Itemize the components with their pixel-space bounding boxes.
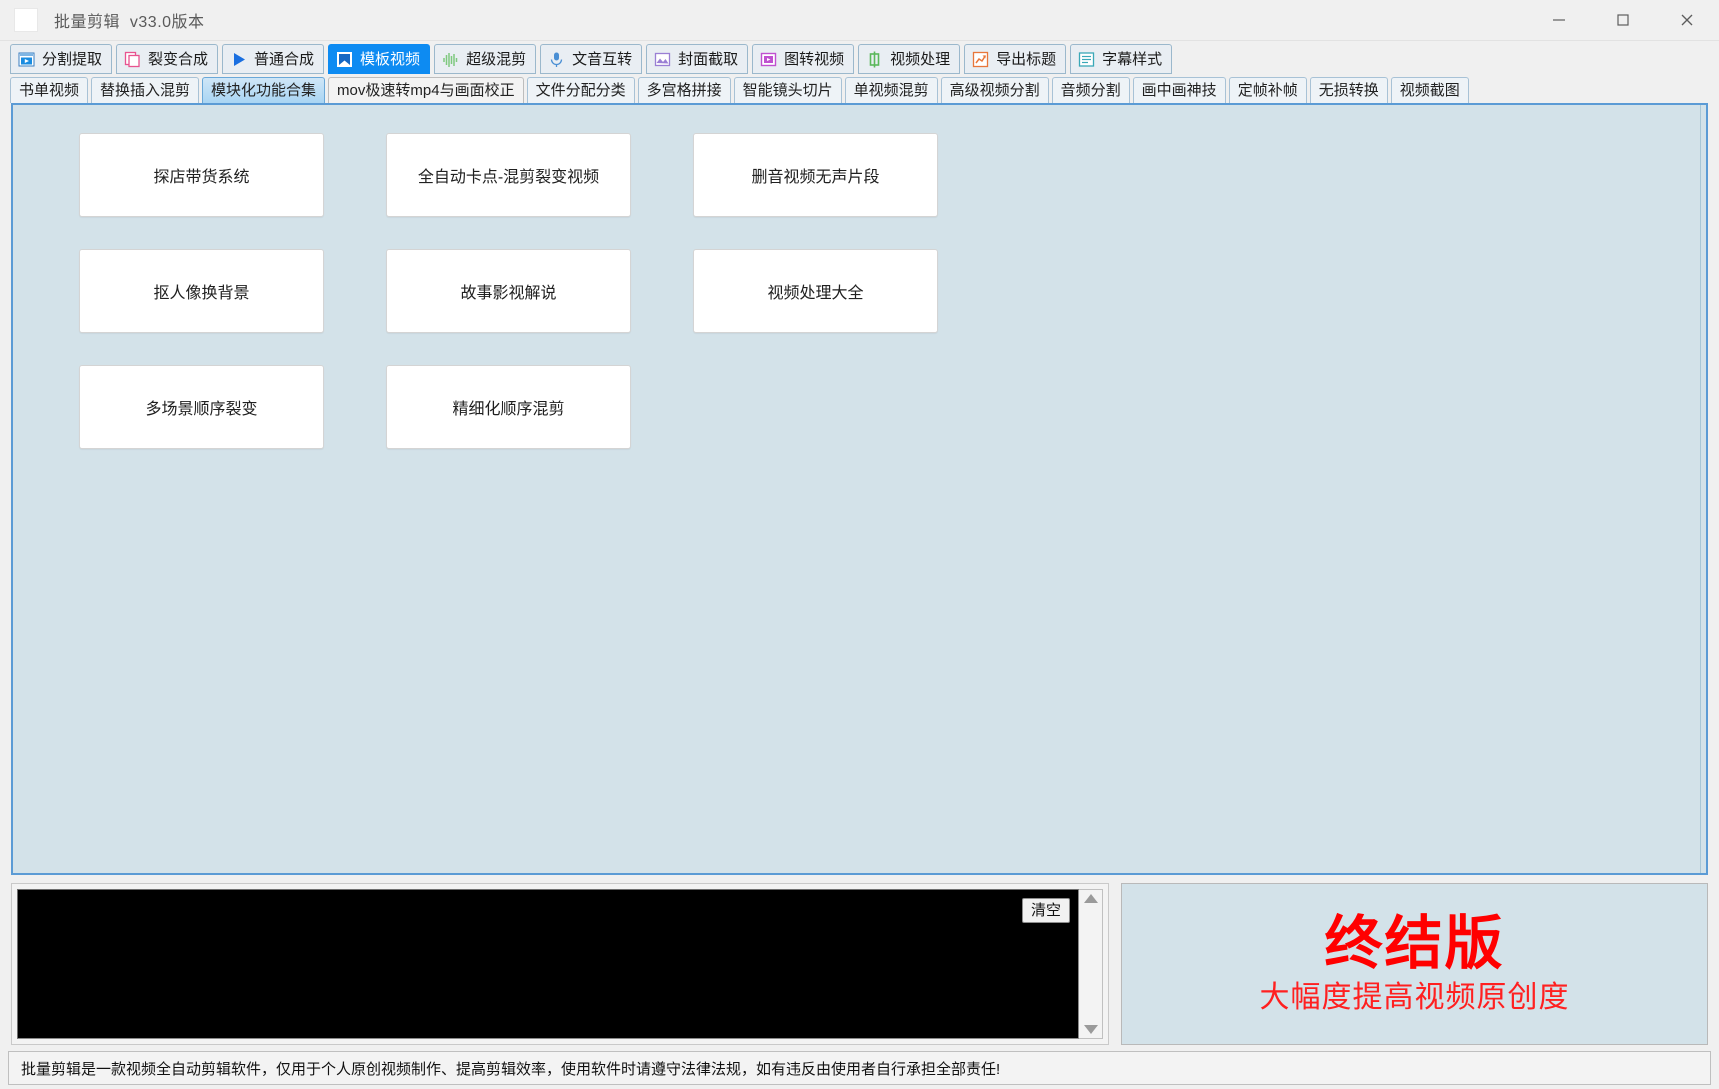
subtab-danshipin-hunjian[interactable]: 单视频混剪 (844, 77, 938, 103)
subtab-mov-zhuan-mp4[interactable]: mov极速转mp4与画面校正 (328, 77, 524, 103)
tab-moban-shipin[interactable]: 模板视频 (328, 44, 431, 74)
scrollbar-down-arrow-icon[interactable] (1083, 1025, 1098, 1034)
image-to-video-icon (759, 50, 778, 69)
subtitle-lines-icon (1077, 50, 1096, 69)
subtab-zhineng-jingtou-qiepian[interactable]: 智能镜头切片 (733, 77, 842, 103)
log-output[interactable]: 清空 (17, 889, 1079, 1039)
content-scrollbar[interactable] (1700, 105, 1706, 873)
template-bookmark-icon (335, 50, 354, 69)
chinese-zhong-icon (865, 50, 884, 69)
minimize-button[interactable] (1527, 0, 1591, 41)
tab-label: 超级混剪 (466, 50, 527, 68)
tab-label: 文音互转 (572, 50, 633, 68)
copy-pink-icon (123, 50, 142, 69)
subtab-shipin-jietu[interactable]: 视频截图 (1390, 77, 1469, 103)
maximize-button[interactable] (1591, 0, 1655, 41)
tab-zimu-yangshi[interactable]: 字幕样式 (1070, 44, 1173, 74)
tab-label: 导出标题 (996, 50, 1057, 68)
picture-icon (653, 50, 672, 69)
tab-chaoji-hunjian[interactable]: 超级混剪 (434, 44, 537, 74)
titlebar: 批量剪辑 v33.0版本 (0, 0, 1719, 41)
promo-subline: 大幅度提高视频原创度 (1259, 981, 1570, 1014)
subtab-huazhonghua-shenji[interactable]: 画中画神技 (1132, 77, 1226, 103)
subtab-yinpin-fenge[interactable]: 音频分割 (1051, 77, 1130, 103)
waveform-icon (441, 50, 460, 69)
function-button-kourenxiang-huanbeijing[interactable]: 抠人像换背景 (79, 249, 324, 333)
function-button-shanyin-wusheng[interactable]: 删音视频无声片段 (693, 133, 938, 217)
tab-liebian-hecheng[interactable]: 裂变合成 (116, 44, 219, 74)
app-window: 批量剪辑 v33.0版本 分割提取 裂变合成 普通合成 模板视频 超级混剪 文音… (0, 0, 1719, 1089)
function-button-duochangjing-shunxu-liebian[interactable]: 多场景顺序裂变 (79, 365, 324, 449)
content-panel: 探店带货系统 全自动卡点-混剪裂变视频 删音视频无声片段 抠人像换背景 故事影视… (11, 103, 1708, 875)
subtab-duogongge-pinjie[interactable]: 多宫格拼接 (637, 77, 731, 103)
sub-tabbar: 书单视频 替换插入混剪 模块化功能合集 mov极速转mp4与画面校正 文件分配分… (0, 74, 1719, 103)
window-title: 批量剪辑 v33.0版本 (54, 14, 205, 31)
subtab-wusun-zhuanhuan[interactable]: 无损转换 (1309, 77, 1388, 103)
log-scrollbar[interactable] (1079, 889, 1103, 1039)
film-split-icon (17, 50, 36, 69)
function-button-tandian-daihuo[interactable]: 探店带货系统 (79, 133, 324, 217)
tab-fenge-tiqu[interactable]: 分割提取 (10, 44, 113, 74)
tab-shipin-chuli[interactable]: 视频处理 (858, 44, 961, 74)
tab-label: 模板视频 (360, 50, 421, 68)
function-button-quanzidong-kadian[interactable]: 全自动卡点-混剪裂变视频 (386, 133, 631, 217)
scrollbar-up-arrow-icon[interactable] (1083, 894, 1098, 903)
close-button[interactable] (1655, 0, 1719, 41)
function-button-gushi-yingshi-jieshuo[interactable]: 故事影视解说 (386, 249, 631, 333)
tab-label: 视频处理 (890, 50, 951, 68)
tab-putong-hecheng[interactable]: 普通合成 (222, 44, 325, 74)
function-button-jingxihua-shunxu-hunjian[interactable]: 精细化顺序混剪 (386, 365, 631, 449)
subtab-tihuan-charu-hunjian[interactable]: 替换插入混剪 (91, 77, 200, 103)
tab-daochu-biaoti[interactable]: 导出标题 (964, 44, 1067, 74)
tab-label: 封面截取 (678, 50, 739, 68)
subtab-shudan-shipin[interactable]: 书单视频 (10, 77, 89, 103)
subtab-gaoji-shipin-fenge[interactable]: 高级视频分割 (940, 77, 1049, 103)
tab-tuzhuan-shipin[interactable]: 图转视频 (752, 44, 855, 74)
microphone-icon (547, 50, 566, 69)
tab-label: 裂变合成 (148, 50, 209, 68)
tab-label: 字幕样式 (1102, 50, 1163, 68)
tab-label: 普通合成 (254, 50, 315, 68)
subtab-mokuaihua-gongneng-heji[interactable]: 模块化功能合集 (202, 77, 326, 103)
log-panel: 清空 (11, 883, 1109, 1045)
subtab-dingzhen-buzhen[interactable]: 定帧补帧 (1228, 77, 1307, 103)
clear-log-button[interactable]: 清空 (1021, 898, 1070, 924)
subtab-wenjian-fenpei-fenlei[interactable]: 文件分配分类 (526, 77, 635, 103)
tab-fengmian-jiequ[interactable]: 封面截取 (646, 44, 749, 74)
bottom-area: 清空 终结版 大幅度提高视频原创度 (0, 875, 1719, 1051)
function-button-grid: 探店带货系统 全自动卡点-混剪裂变视频 删音视频无声片段 抠人像换背景 故事影视… (13, 105, 1013, 449)
tab-label: 图转视频 (784, 50, 845, 68)
promo-headline: 终结版 (1324, 911, 1505, 976)
statusbar: 批量剪辑是一款视频全自动剪辑软件，仅用于个人原创视频制作、提高剪辑效率，使用软件… (8, 1051, 1711, 1085)
promo-panel: 终结版 大幅度提高视频原创度 (1121, 883, 1708, 1045)
play-triangle-icon (229, 50, 248, 69)
window-controls (1527, 0, 1719, 41)
app-icon (14, 8, 38, 32)
export-chart-icon (971, 50, 990, 69)
main-toolbar: 分割提取 裂变合成 普通合成 模板视频 超级混剪 文音互转 封面截取 图转视频 … (0, 41, 1719, 74)
tab-wenyin-huzhuan[interactable]: 文音互转 (540, 44, 643, 74)
function-button-shipin-chuli-daquan[interactable]: 视频处理大全 (693, 249, 938, 333)
tab-label: 分割提取 (42, 50, 103, 68)
